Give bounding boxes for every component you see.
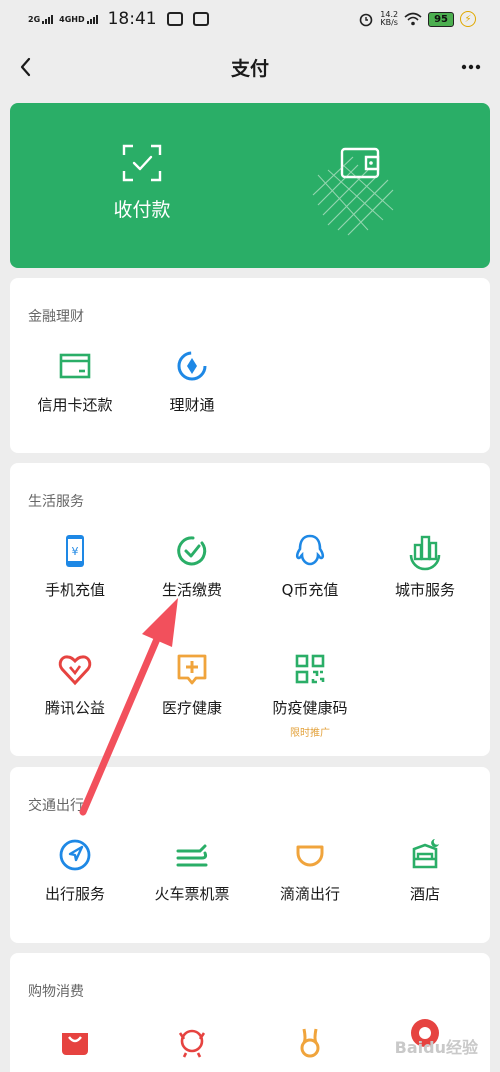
- page-title: 支付: [230, 57, 269, 80]
- nav-bar: 支付: [0, 38, 500, 96]
- status-bar: 2G 4GHD 18:41 14.2 KB/s 95 ⚡: [0, 0, 500, 38]
- medical-health[interactable]: 医疗健康: [132, 649, 252, 718]
- health-code[interactable]: 防疫健康码 限时推广: [250, 649, 370, 739]
- more-icon[interactable]: [456, 52, 486, 82]
- charity-icon: [58, 655, 92, 686]
- qq-coin-icon: [295, 534, 325, 566]
- section-title: 购物消费: [28, 984, 84, 1000]
- phone-recharge[interactable]: ¥ 手机充值: [15, 531, 135, 600]
- wifi-icon: [404, 12, 422, 26]
- medical-icon: [177, 654, 207, 685]
- back-icon[interactable]: [12, 52, 42, 82]
- promo-badge: 限时推广: [290, 728, 330, 739]
- licaitong[interactable]: 理财通: [132, 346, 252, 415]
- didi-icon: [296, 845, 324, 867]
- credit-card-icon: [59, 353, 91, 379]
- receive-pay-label: 收付款: [113, 199, 171, 221]
- signal-4g: 4GHD: [59, 14, 98, 24]
- city-service[interactable]: 城市服务: [365, 531, 485, 600]
- payment-banner: 收付款: [10, 103, 490, 268]
- signal-2g: 2G: [28, 14, 54, 24]
- section-title: 交通出行: [28, 798, 84, 814]
- section-title: 金融理财: [28, 309, 84, 325]
- scribble-mark-icon: [312, 156, 394, 236]
- notification-icon: [166, 12, 183, 26]
- receive-pay-button[interactable]: 收付款: [62, 143, 222, 222]
- utility-payment[interactable]: 生活缴费: [132, 531, 252, 600]
- hotel[interactable]: 酒店: [365, 835, 485, 904]
- phone-recharge-icon: ¥: [66, 535, 84, 567]
- svg-text:¥: ¥: [72, 545, 79, 558]
- rabbit-mascot-icon[interactable]: [290, 1021, 330, 1061]
- section-title: 生活服务: [28, 494, 84, 510]
- didi-ride[interactable]: 滴滴出行: [250, 835, 370, 904]
- utility-payment-icon: [177, 536, 207, 566]
- travel-section: 交通出行 出行服务 火车票机票 滴滴出行 酒店: [10, 767, 490, 943]
- train-flight-tickets[interactable]: 火车票机票: [132, 835, 252, 904]
- qr-code-icon: [295, 654, 325, 684]
- hotel-icon: [412, 839, 439, 869]
- train-ticket-icon: [176, 844, 208, 867]
- charging-icon: ⚡: [460, 11, 476, 27]
- network-speed: 14.2 KB/s: [380, 10, 399, 27]
- scan-pay-icon: [122, 144, 162, 182]
- dog-mascot-icon[interactable]: [172, 1021, 212, 1061]
- shopping-bag-icon[interactable]: [55, 1021, 95, 1061]
- city-service-icon: [409, 535, 441, 571]
- battery-indicator: 95: [428, 11, 454, 27]
- tencent-charity[interactable]: 腾讯公益: [15, 649, 135, 718]
- qq-coin-recharge[interactable]: Q币充值: [250, 531, 370, 600]
- alarm-icon: [359, 13, 373, 27]
- credit-card-repayment[interactable]: 信用卡还款: [15, 346, 135, 415]
- watermark: Baidu经验: [394, 1038, 478, 1057]
- navigation-icon: [59, 839, 91, 871]
- travel-service[interactable]: 出行服务: [15, 835, 135, 904]
- licaitong-icon: [177, 351, 207, 381]
- finance-section: 金融理财 信用卡还款 理财通: [10, 278, 490, 453]
- clock: 18:41: [107, 9, 157, 29]
- app-notification-icon: [192, 12, 209, 26]
- life-services-section: 生活服务 ¥ 手机充值 生活缴费 Q币充值 城市服务 腾讯公益 医疗健康 防疫健…: [10, 463, 490, 756]
- wallet-button[interactable]: [280, 143, 440, 236]
